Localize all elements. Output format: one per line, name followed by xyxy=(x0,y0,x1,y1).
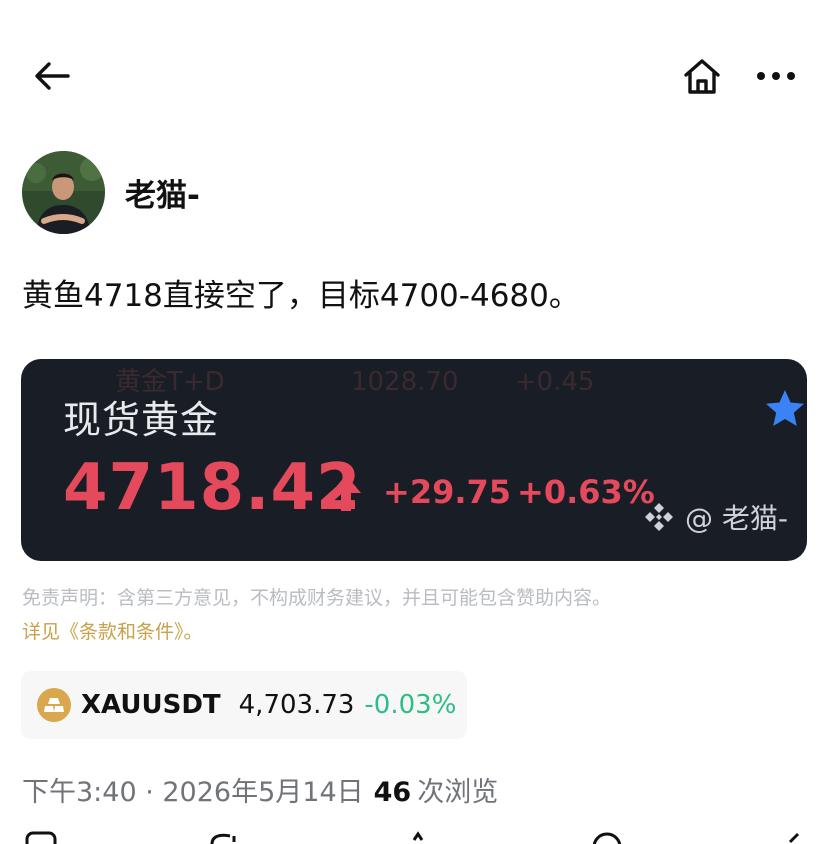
gold-bars-icon xyxy=(37,688,71,722)
home-button[interactable] xyxy=(676,50,728,102)
post-text: 黄鱼4718直接空了，目标4700-4680。 xyxy=(22,278,580,314)
home-icon xyxy=(684,59,720,94)
back-arrow-icon xyxy=(35,62,70,90)
ghost-value: 1028.70 xyxy=(350,367,459,397)
avatar-image xyxy=(22,150,105,234)
bookmark-icon[interactable] xyxy=(776,830,810,844)
author-row: 老猫- xyxy=(22,150,200,234)
top-nav-bar xyxy=(0,0,828,150)
more-horizontal-icon xyxy=(757,72,795,80)
ticker-change: -0.03% xyxy=(364,690,457,720)
avatar[interactable] xyxy=(22,150,105,234)
like-icon[interactable] xyxy=(400,830,434,844)
back-button[interactable] xyxy=(26,52,78,100)
ghost-change: +0.45 xyxy=(514,367,595,397)
card-price: 4718.42 xyxy=(63,451,362,525)
view-count: 46 xyxy=(373,777,412,808)
post-time: 下午3:40 · 2026年5月14日 xyxy=(22,777,364,808)
watermark-text: @ 老猫- xyxy=(685,502,789,535)
card-change-pct: +0.63% xyxy=(517,473,655,511)
card-title: 现货黄金 xyxy=(63,398,220,442)
author-name[interactable]: 老猫- xyxy=(125,170,200,215)
star-icon xyxy=(766,390,804,426)
view-label: 次浏览 xyxy=(417,777,499,808)
ticker-chip[interactable]: XAUUSDT 4,703.73 -0.03% xyxy=(21,671,467,739)
ticker-symbol: XAUUSDT xyxy=(81,690,221,720)
card-change: +29.75 xyxy=(383,473,512,511)
action-bar xyxy=(0,828,828,844)
share-icon[interactable] xyxy=(590,830,624,844)
up-arrow-icon xyxy=(331,475,361,511)
comment-icon[interactable] xyxy=(24,830,58,844)
disclaimer-text: 免责声明：含第三方意见，不构成财务建议，并且可能包含赞助内容。 xyxy=(22,587,612,609)
terms-link[interactable]: 详见《条款和条件》。 xyxy=(22,617,203,644)
price-card-image[interactable]: 黄金T+D 1028.70 +0.45 现货黄金 4718.42 +29.75 … xyxy=(21,359,807,561)
post-meta: 下午3:40 · 2026年5月14日 46 次浏览 xyxy=(22,770,498,809)
ticker-price: 4,703.73 xyxy=(238,690,355,720)
more-options-button[interactable] xyxy=(748,52,804,100)
watermark: @ 老猫- xyxy=(641,497,788,537)
repost-icon[interactable] xyxy=(206,830,240,844)
binance-logo-icon xyxy=(645,503,673,531)
